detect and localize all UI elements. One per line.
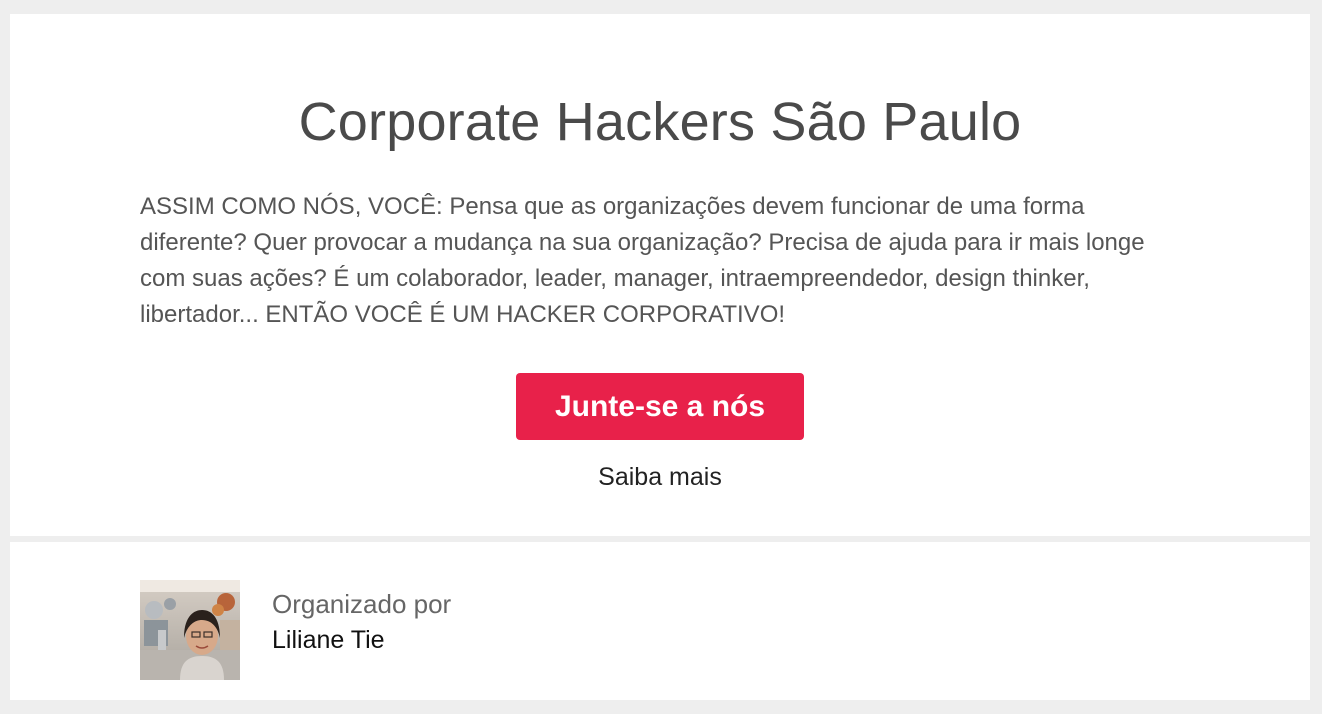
join-button[interactable]: Junte-se a nós <box>516 373 804 440</box>
group-info-card: Corporate Hackers São Paulo ASSIM COMO N… <box>10 14 1310 536</box>
organizer-avatar[interactable] <box>140 580 240 680</box>
group-title: Corporate Hackers São Paulo <box>298 92 1022 152</box>
organizer-card: Organizado por Liliane Tie <box>10 542 1310 700</box>
organizer-name[interactable]: Liliane Tie <box>272 624 385 656</box>
organized-by-label: Organizado por <box>272 589 452 619</box>
learn-more-link[interactable]: Saiba mais <box>10 461 1310 493</box>
group-description: ASSIM COMO NÓS, VOCÊ: Pensa que as organ… <box>140 193 1145 328</box>
organizer-photo <box>140 580 240 680</box>
